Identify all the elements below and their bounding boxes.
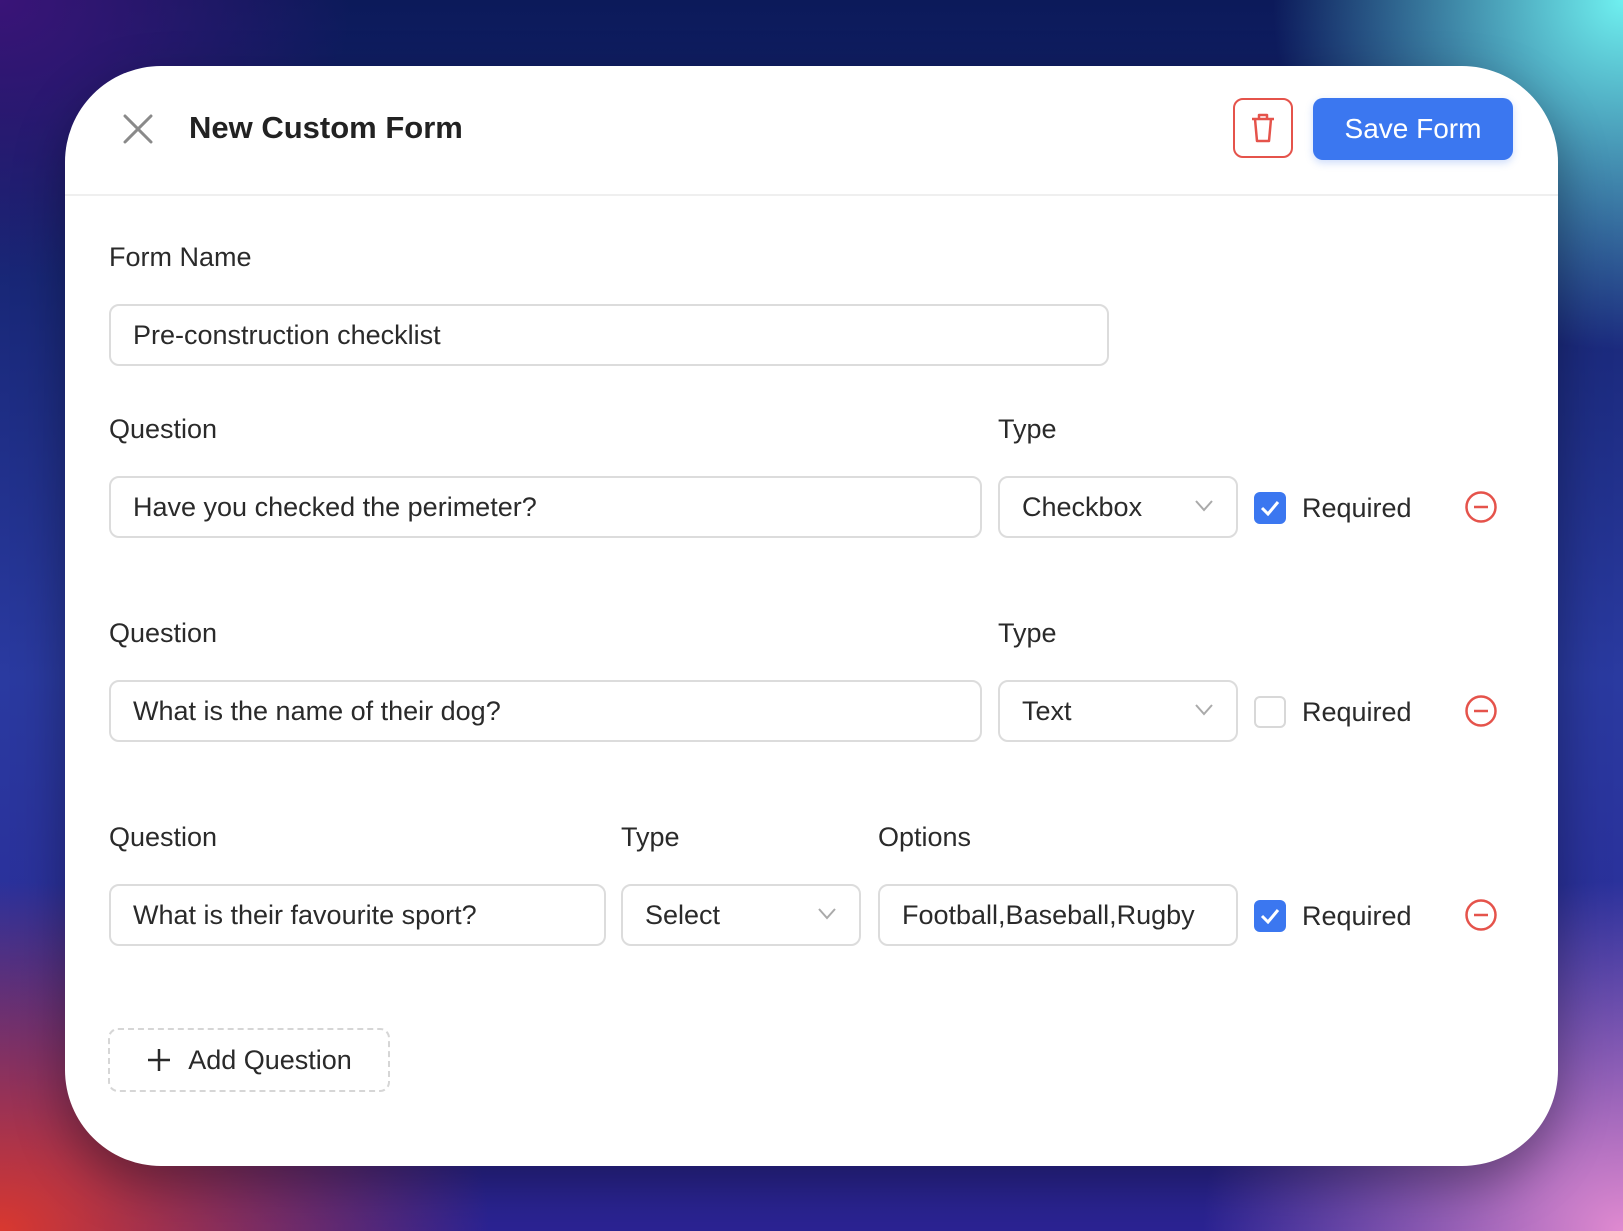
- options-input[interactable]: Football,Baseball,Rugby: [878, 884, 1238, 946]
- type-label: Type: [621, 822, 680, 852]
- form-name-input[interactable]: Pre-construction checklist: [109, 304, 1109, 366]
- type-value: Checkbox: [1022, 491, 1143, 522]
- type-label: Type: [998, 618, 1057, 648]
- form-name-label: Form Name: [109, 242, 252, 272]
- add-question-button[interactable]: Add Question: [108, 1028, 390, 1092]
- custom-form-dialog: New Custom Form Save Form Form Name Pre-…: [65, 66, 1558, 1166]
- type-select[interactable]: Text: [998, 680, 1238, 742]
- question-input[interactable]: Have you checked the perimeter?: [109, 476, 982, 538]
- type-label: Type: [998, 414, 1057, 444]
- type-select[interactable]: Checkbox: [998, 476, 1238, 538]
- trash-icon: [1252, 113, 1274, 143]
- plus-icon: [148, 1049, 171, 1071]
- required-label: Required: [1302, 697, 1412, 727]
- check-icon: [1260, 909, 1280, 924]
- chevron-down-icon: [1195, 704, 1213, 716]
- question-label: Question: [109, 822, 218, 852]
- add-question-label: Add Question: [188, 1044, 352, 1075]
- required-checkbox[interactable]: [1254, 900, 1286, 932]
- remove-question-icon[interactable]: [1464, 694, 1498, 728]
- required-label: Required: [1302, 493, 1412, 523]
- check-icon: [1260, 501, 1280, 516]
- remove-question-icon[interactable]: [1464, 898, 1498, 932]
- chevron-down-icon: [1195, 500, 1213, 512]
- type-value: Text: [1022, 695, 1072, 726]
- options-label: Options: [878, 822, 972, 852]
- save-form-button[interactable]: Save Form: [1313, 98, 1513, 160]
- question-input[interactable]: What is their favourite sport?: [109, 884, 606, 946]
- question-label: Question: [109, 414, 218, 444]
- delete-form-button[interactable]: [1233, 98, 1293, 158]
- type-value: Select: [645, 899, 721, 930]
- required-label: Required: [1302, 901, 1412, 931]
- type-select[interactable]: Select: [621, 884, 861, 946]
- chevron-down-icon: [818, 908, 836, 920]
- required-checkbox[interactable]: [1254, 696, 1286, 728]
- question-label: Question: [109, 618, 218, 648]
- required-checkbox[interactable]: [1254, 492, 1286, 524]
- remove-question-icon[interactable]: [1464, 490, 1498, 524]
- close-icon[interactable]: [121, 112, 155, 146]
- dialog-header: New Custom Form Save Form: [65, 66, 1558, 196]
- dialog-title: New Custom Form: [189, 110, 463, 145]
- question-input[interactable]: What is the name of their dog?: [109, 680, 982, 742]
